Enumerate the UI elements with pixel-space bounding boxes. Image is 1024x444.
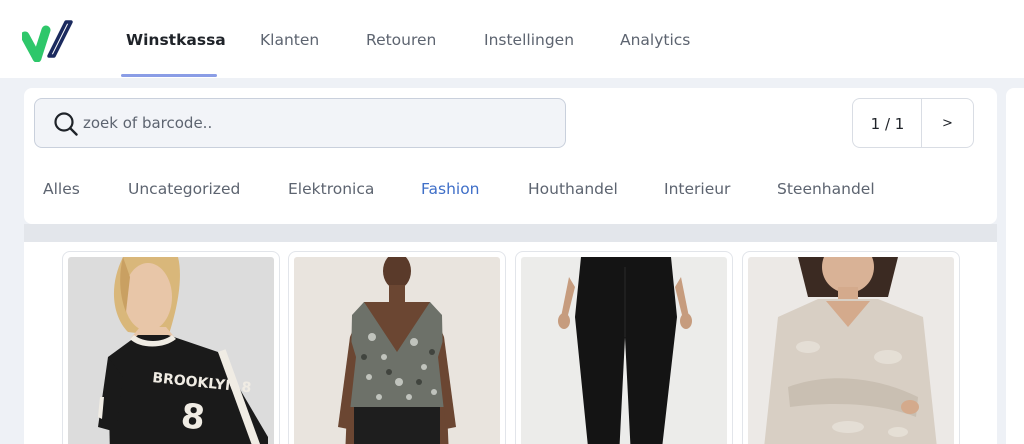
page-indicator: 1 / 1 (852, 98, 922, 148)
top-navigation-bar: Winstkassa Klanten Retouren Instellingen… (0, 0, 1024, 78)
checkmark-logo-icon (20, 20, 73, 63)
search-icon (54, 112, 78, 136)
category-tab-houthandel[interactable]: Houthandel (528, 178, 618, 200)
nav-tab-winstkassa[interactable]: Winstkassa (126, 0, 226, 78)
nav-tab-instellingen[interactable]: Instellingen (484, 0, 574, 78)
nav-tab-retouren[interactable]: Retouren (366, 0, 436, 78)
active-tab-indicator (121, 74, 217, 77)
search-input[interactable] (83, 109, 553, 137)
category-tab-uncategorized[interactable]: Uncategorized (128, 178, 240, 200)
product-image (521, 257, 727, 444)
next-page-button[interactable]: > (921, 98, 974, 148)
product-card[interactable] (742, 251, 960, 444)
black-lace-jersey-top-photo: BROOKLYN 8 8 (68, 257, 274, 444)
category-tab-steenhandel[interactable]: Steenhandel (777, 178, 875, 200)
svg-text:8: 8 (179, 396, 207, 438)
beige-satin-blouse-photo (748, 257, 954, 444)
sequin-v-neck-top-photo (294, 257, 500, 444)
app-logo[interactable] (20, 16, 76, 63)
right-side-panel (1006, 88, 1024, 444)
category-tab-interieur[interactable]: Interieur (664, 178, 730, 200)
product-image: BROOKLYN 8 8 (68, 257, 274, 444)
product-image (748, 257, 954, 444)
product-image (294, 257, 500, 444)
category-tab-fashion[interactable]: Fashion (421, 178, 480, 200)
panel-divider (24, 224, 997, 242)
product-card[interactable] (515, 251, 733, 444)
category-tab-elektronica[interactable]: Elektronica (288, 178, 374, 200)
black-flared-trousers-photo (521, 257, 727, 444)
nav-tab-klanten[interactable]: Klanten (260, 0, 319, 78)
nav-tab-analytics[interactable]: Analytics (620, 0, 690, 78)
category-tab-alles[interactable]: Alles (43, 178, 80, 200)
product-card[interactable]: BROOKLYN 8 8 (62, 251, 280, 444)
product-card[interactable] (288, 251, 506, 444)
search-box[interactable] (34, 98, 566, 148)
